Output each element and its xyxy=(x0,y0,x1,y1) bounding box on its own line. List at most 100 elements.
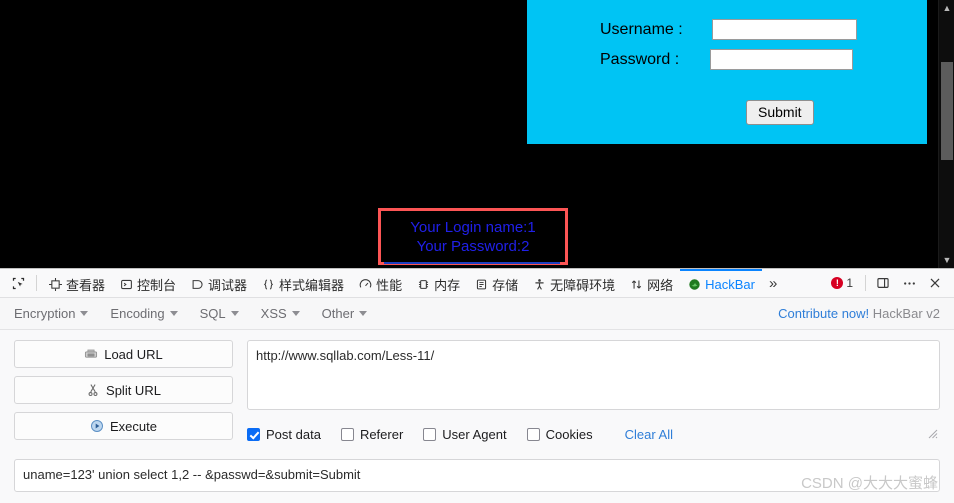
menu-other[interactable]: Other xyxy=(322,306,368,321)
tab-style-editor-label: 样式编辑器 xyxy=(279,277,345,293)
console-icon xyxy=(119,277,133,291)
memory-icon xyxy=(416,277,430,291)
tab-console[interactable]: 控制台 xyxy=(112,269,183,297)
tab-debugger[interactable]: 调试器 xyxy=(183,269,254,297)
post-data-checkbox[interactable] xyxy=(247,428,260,441)
toolbar-separator-right xyxy=(865,275,866,291)
hackbar-menubar: Encryption Encoding SQL XSS Other Contri… xyxy=(0,298,954,330)
hackbar-action-buttons: Load URL Split URL Execute xyxy=(14,340,233,442)
page-scrollbar[interactable]: ▲ ▼ xyxy=(938,0,954,268)
network-icon xyxy=(629,277,643,291)
devtools-toolbar: 查看器 控制台 调试器 样式编辑器 性能 内存 存储 无障碍环境 网络 Hack… xyxy=(0,269,954,298)
load-url-icon xyxy=(84,347,98,361)
chevron-down-icon xyxy=(169,311,178,316)
execute-label: Execute xyxy=(110,418,157,434)
tab-inspector[interactable]: 查看器 xyxy=(41,269,112,297)
login-panel: Username : Password : Submit xyxy=(527,0,927,144)
cookies-label: Cookies xyxy=(545,427,593,442)
post-data-section: CSDN @大大大蜜蜂 xyxy=(0,459,954,503)
referer-checkbox[interactable] xyxy=(340,428,354,441)
dock-to-side-icon[interactable] xyxy=(870,270,896,296)
menu-xss[interactable]: XSS xyxy=(261,306,300,321)
menu-xss-label: XSS xyxy=(260,306,287,321)
storage-icon xyxy=(474,277,488,291)
tab-inspector-label: 查看器 xyxy=(66,277,106,293)
accessibility-icon xyxy=(532,277,546,291)
hackbar-url-section: Post data Referer User Agent Cookies C xyxy=(247,340,940,442)
tab-accessibility[interactable]: 无障碍环境 xyxy=(525,269,622,297)
menu-encoding-label: Encoding xyxy=(110,306,165,321)
close-icon[interactable] xyxy=(922,270,948,296)
username-input[interactable] xyxy=(711,19,857,40)
execute-button[interactable]: Execute xyxy=(14,412,233,440)
hackbar-version-label: HackBar v2 xyxy=(872,306,940,321)
sql-injection-result-box: Your Login name:1 Your Password:2 xyxy=(378,208,568,265)
menu-encryption-label: Encryption xyxy=(14,306,76,321)
option-post-data[interactable]: Post data xyxy=(247,427,321,442)
tab-style-editor[interactable]: 样式编辑器 xyxy=(254,269,351,297)
devtools-toolbar-right: ! 1 xyxy=(823,269,954,297)
debugger-icon xyxy=(190,277,204,291)
menu-sql-label: SQL xyxy=(199,306,226,321)
hackbar-options-row: Post data Referer User Agent Cookies Cle… xyxy=(247,427,940,442)
result-underline xyxy=(384,262,560,264)
password-row: Password : xyxy=(600,49,854,70)
tab-memory[interactable]: 内存 xyxy=(409,269,467,297)
user-agent-label: User Agent xyxy=(442,427,507,442)
user-agent-checkbox[interactable] xyxy=(423,428,437,441)
tab-performance-label: 性能 xyxy=(376,277,403,293)
hackbar-body: Load URL Split URL Execute http://www.sq… xyxy=(0,330,954,442)
tab-hackbar-label: HackBar xyxy=(705,276,755,292)
element-picker-icon[interactable] xyxy=(4,269,32,297)
error-count-label: 1 xyxy=(846,276,853,290)
hackbar-icon xyxy=(687,277,701,291)
referer-label: Referer xyxy=(359,427,404,442)
scissors-icon xyxy=(86,383,100,397)
clear-all-link[interactable]: Clear All xyxy=(625,427,673,442)
tab-storage[interactable]: 存储 xyxy=(467,269,525,297)
option-cookies[interactable]: Cookies xyxy=(526,427,593,442)
menu-other-label: Other xyxy=(321,306,355,321)
password-label: Password : xyxy=(600,50,680,68)
submit-button[interactable]: Submit xyxy=(746,100,814,125)
chevron-down-icon xyxy=(80,311,89,316)
tabs-overflow-icon[interactable]: » xyxy=(762,269,784,297)
option-user-agent[interactable]: User Agent xyxy=(423,427,507,442)
username-row: Username : xyxy=(600,19,857,40)
tab-console-label: 控制台 xyxy=(137,277,177,293)
chevron-down-icon xyxy=(291,311,300,316)
performance-icon xyxy=(358,277,372,291)
tab-memory-label: 内存 xyxy=(434,277,461,293)
post-data-label: Post data xyxy=(266,427,321,442)
scrollbar-thumb[interactable] xyxy=(941,62,953,160)
password-input[interactable] xyxy=(710,49,854,70)
contribute-link[interactable]: Contribute now! xyxy=(778,306,869,321)
more-options-icon[interactable] xyxy=(896,270,922,296)
tab-network-label: 网络 xyxy=(647,277,674,293)
url-input[interactable] xyxy=(247,340,940,410)
devtools-tab-list: 查看器 控制台 调试器 样式编辑器 性能 内存 存储 无障碍环境 网络 Hack… xyxy=(41,269,762,297)
browser-viewport: Username : Password : Submit Your Login … xyxy=(0,0,954,268)
result-password: Your Password:2 xyxy=(416,237,530,255)
tab-network[interactable]: 网络 xyxy=(622,269,680,297)
execute-play-icon xyxy=(90,419,104,433)
scroll-up-arrow-icon[interactable]: ▲ xyxy=(939,0,954,16)
tab-storage-label: 存储 xyxy=(492,277,519,293)
tab-performance[interactable]: 性能 xyxy=(351,269,409,297)
error-dot-icon: ! xyxy=(831,277,844,289)
post-data-input[interactable] xyxy=(14,459,940,492)
devtools-panel: 查看器 控制台 调试器 样式编辑器 性能 内存 存储 无障碍环境 网络 Hack… xyxy=(0,268,954,503)
toolbar-separator xyxy=(36,275,37,291)
menu-encoding[interactable]: Encoding xyxy=(110,306,178,321)
menu-sql[interactable]: SQL xyxy=(200,306,239,321)
hackbar-main-row: Load URL Split URL Execute http://www.sq… xyxy=(14,340,940,442)
style-editor-icon xyxy=(261,277,275,291)
cookies-checkbox[interactable] xyxy=(526,428,540,441)
split-url-button[interactable]: Split URL xyxy=(14,376,233,404)
menu-encryption[interactable]: Encryption xyxy=(14,306,89,321)
option-referer[interactable]: Referer xyxy=(340,427,404,442)
error-count-badge[interactable]: ! 1 xyxy=(823,276,861,290)
tab-hackbar[interactable]: HackBar xyxy=(680,269,762,297)
scroll-down-arrow-icon[interactable]: ▼ xyxy=(939,252,954,268)
load-url-button[interactable]: Load URL xyxy=(14,340,233,368)
